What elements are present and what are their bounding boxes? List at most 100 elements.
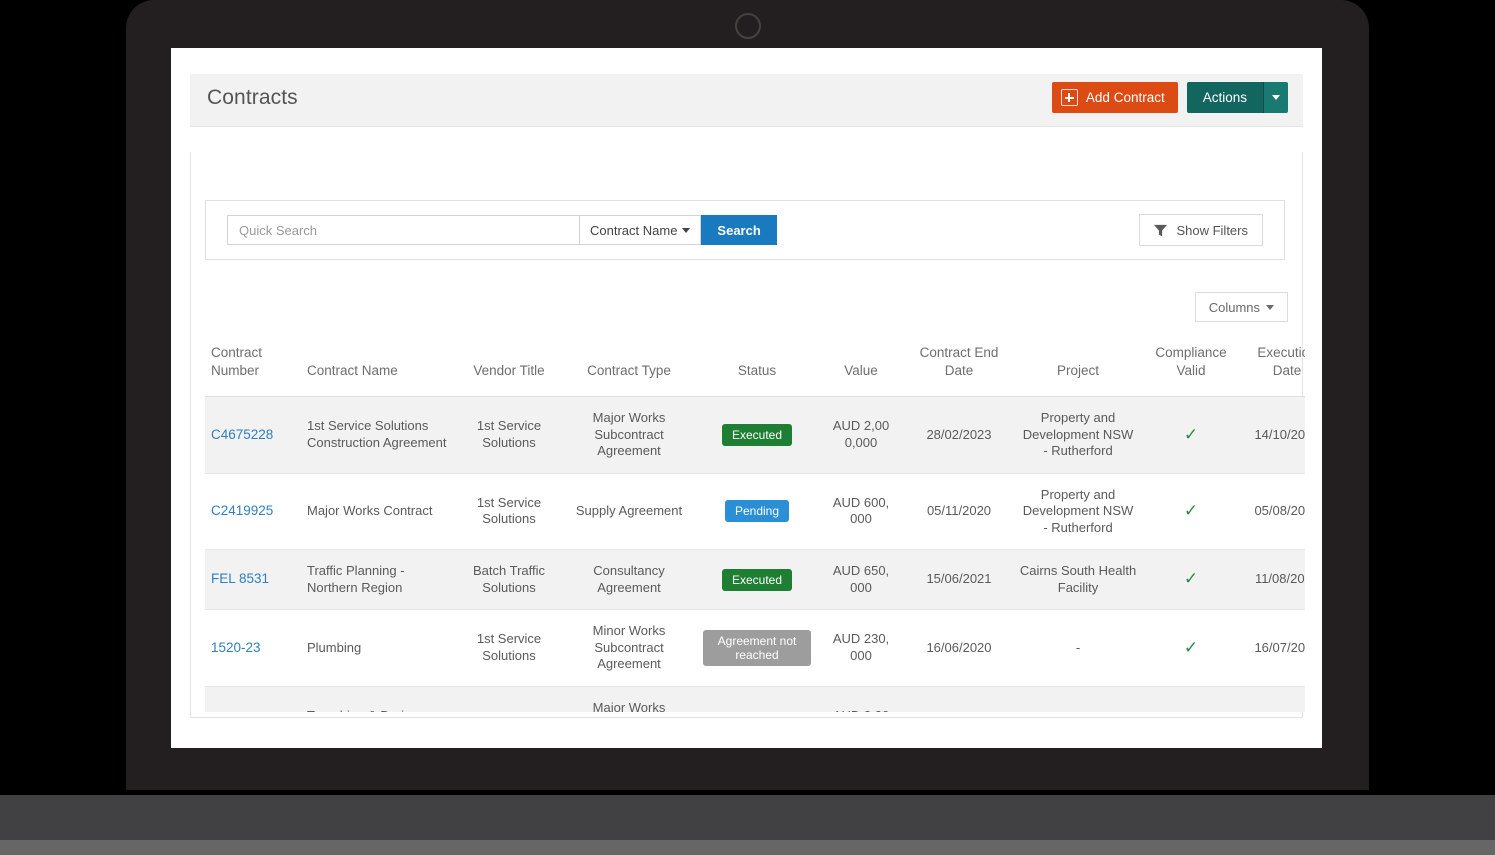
cell-contract-type: Consultancy Agreement — [561, 549, 697, 610]
cell-value: AUD 2,000,000 — [817, 396, 905, 474]
table-row[interactable]: C2419925 Major Works Contract 1st Service … — [205, 473, 1305, 550]
cell-contract-name: 1st Service Solutions Construction Agree… — [301, 396, 457, 474]
cell-compliance-valid: ✓ — [1143, 473, 1239, 550]
chevron-down-icon — [1272, 95, 1280, 100]
columns-button[interactable]: Columns — [1194, 292, 1288, 322]
show-filters-button[interactable]: Show Filters — [1139, 214, 1263, 246]
value-text: AUD 600,000 — [832, 494, 890, 527]
column-header-contract-end-date[interactable]: Contract End Date — [905, 332, 1013, 397]
cell-vendor-title: AB Trenching — [457, 686, 561, 712]
actions-dropdown-toggle[interactable] — [1263, 82, 1288, 113]
cell-contract-number[interactable]: FEL 8518359 — [205, 686, 301, 712]
table-row[interactable]: FEL 8518359Trenching & Drainage WorksAB … — [205, 686, 1305, 712]
column-header-status[interactable]: Status — [697, 332, 817, 397]
search-group: Contract Name Search — [227, 215, 777, 245]
column-header-value[interactable]: Value — [817, 332, 905, 397]
cell-contract-number[interactable]: C4675228 — [205, 396, 301, 474]
status-badge: Agreement not reached — [703, 629, 811, 666]
cell-contract-type: Supply Agreement — [561, 473, 697, 550]
cell-project: Property and Development NSW - Rutherfor… — [1013, 396, 1143, 474]
columns-label: Columns — [1208, 299, 1260, 315]
cell-contract-number[interactable]: C2419925 — [205, 473, 301, 550]
table-row[interactable]: 1520-23 Plumbing 1st Service Solutions Mino… — [205, 609, 1305, 687]
show-filters-label: Show Filters — [1176, 222, 1248, 238]
column-header-vendor-title[interactable]: Vendor Title — [457, 332, 561, 397]
cell-contract-end-date: 15/06/2021 — [905, 549, 1013, 610]
cell-execution-date: 11/08/2020 — [1239, 549, 1305, 610]
column-header-contract-name[interactable]: Contract Name — [301, 332, 457, 397]
contract-number-link[interactable]: FEL 8531 — [211, 571, 269, 586]
cell-compliance-valid: ✓ — [1143, 686, 1239, 712]
cell-contract-name: Traffic Planning - Northern Region — [301, 549, 457, 610]
actions-button-group: Actions — [1186, 82, 1288, 113]
plus-icon — [1060, 89, 1078, 106]
value-text: AUD 3,200,000 — [832, 708, 890, 712]
cell-value: AUD 650,000 — [817, 549, 905, 610]
cell-status: Agreement not reached — [697, 609, 817, 687]
cell-status: Executed — [697, 686, 817, 712]
value-text: AUD 650,000 — [832, 563, 890, 595]
table-row[interactable]: FEL 8531 Traffic Planning - Northern Regi… — [205, 549, 1305, 610]
check-icon: ✓ — [1183, 501, 1199, 520]
cell-value: AUD 600,000 — [817, 473, 905, 550]
status-badge: Executed — [721, 423, 793, 446]
cell-vendor-title: 1st Service Solutions — [457, 473, 561, 550]
cell-contract-name: Plumbing — [301, 609, 457, 687]
column-header-project[interactable]: Project — [1013, 332, 1143, 397]
cell-status: Executed — [697, 396, 817, 474]
cell-execution-date: 14/10/2022 — [1239, 396, 1305, 474]
content-panel: Contract Name Search Show Filters Column… — [190, 152, 1305, 718]
cell-contract-end-date: 16/06/2020 — [905, 609, 1013, 687]
cell-project: - — [1013, 686, 1143, 712]
cell-status: Pending — [697, 473, 817, 550]
filter-funnel-icon — [1154, 224, 1168, 236]
contract-number-link[interactable]: 1520-23 — [211, 640, 261, 655]
status-badge: Pending — [724, 500, 790, 523]
search-panel: Contract Name Search Show Filters — [205, 200, 1285, 260]
actions-button[interactable]: Actions — [1186, 82, 1263, 113]
column-header-execution-date[interactable]: Execution Date — [1239, 332, 1305, 397]
cell-contract-type: Minor Works Subcontract Agreement — [561, 609, 697, 687]
cell-contract-end-date: 05/11/2020 — [905, 473, 1013, 550]
add-contract-button[interactable]: Add Contract — [1051, 82, 1178, 113]
search-input[interactable] — [227, 215, 579, 245]
search-field-select[interactable]: Contract Name — [579, 215, 702, 245]
cell-vendor-title: 1st Service Solutions — [457, 396, 561, 474]
cell-status: Executed — [697, 549, 817, 610]
device-base-lower — [0, 840, 1495, 855]
value-text: AUD 2,000,000 — [832, 418, 890, 450]
cell-vendor-title: 1st Service Solutions — [457, 609, 561, 687]
chevron-down-icon — [1266, 304, 1274, 310]
search-button[interactable]: Search — [701, 215, 777, 245]
table-row[interactable]: C4675228 1st Service Solutions Constructi… — [205, 396, 1305, 474]
column-header-contract-number[interactable]: Contract Number — [205, 332, 301, 397]
cell-value: AUD 230,000 — [817, 609, 905, 687]
table-body: C4675228 1st Service Solutions Constructi… — [205, 396, 1305, 712]
cell-contract-end-date: 28/02/2023 — [905, 396, 1013, 474]
cell-contract-number[interactable]: FEL 8531 — [205, 549, 301, 610]
cell-compliance-valid: ✓ — [1143, 609, 1239, 687]
cell-project: Cairns South Health Facility — [1013, 549, 1143, 610]
camera-icon — [734, 13, 761, 39]
contract-number-link[interactable]: C2419925 — [211, 503, 273, 518]
cell-contract-name: Major Works Contract — [301, 473, 457, 550]
cell-project: - — [1013, 609, 1143, 687]
column-header-compliance-valid[interactable]: Compliance Valid — [1143, 332, 1239, 397]
contracts-table: Contract Number Contract Name Vendor Tit… — [205, 332, 1305, 712]
contract-number-link[interactable]: C4675228 — [211, 427, 273, 442]
cell-contract-end-date: 15/12/2021 — [905, 686, 1013, 712]
check-icon: ✓ — [1183, 637, 1199, 657]
cell-contract-name: Trenching & Drainage Works — [301, 686, 457, 712]
cell-contract-number[interactable]: 1520-23 — [205, 609, 301, 687]
table-header: Contract Number Contract Name Vendor Tit… — [205, 332, 1305, 397]
app-header: Contracts Add Contract Actions — [190, 74, 1303, 127]
status-badge: Executed — [721, 568, 793, 591]
tablet-screen: Contracts Add Contract Actions Quick Sea… — [171, 48, 1322, 748]
cell-contract-type: Major Works Subcontract Agreement — [561, 396, 697, 474]
cell-project: Property and Development NSW - Rutherfor… — [1013, 473, 1143, 550]
value-text: AUD 230,000 — [832, 631, 890, 663]
tablet-device-frame: Contracts Add Contract Actions Quick Sea… — [126, 0, 1369, 790]
column-header-contract-type[interactable]: Contract Type — [561, 332, 697, 397]
add-contract-label: Add Contract — [1085, 90, 1165, 105]
table-header-row: Contract Number Contract Name Vendor Tit… — [205, 332, 1305, 397]
